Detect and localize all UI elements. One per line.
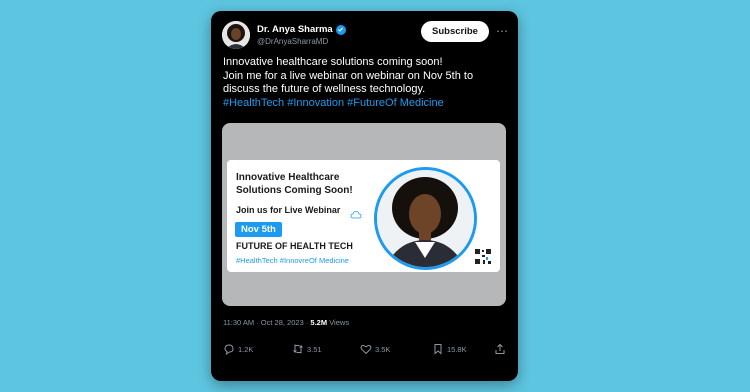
author-name[interactable]: Dr. Anya Sharma [257, 24, 346, 35]
tweet-timestamp[interactable]: 11:30 AM · Oct 28, 2023 · [223, 318, 310, 327]
bookmark-button[interactable]: 15.8K [432, 343, 467, 355]
views-count: 5.2M [310, 318, 328, 327]
share-icon [495, 343, 505, 354]
tweet-text-line-1: Innovative healthcare solutions coming s… [223, 56, 443, 68]
verified-badge-icon [335, 24, 346, 35]
repost-count: 3.51 [307, 344, 322, 354]
views-label: Views [327, 318, 350, 327]
qr-code-icon [474, 246, 492, 266]
tweet-text: Innovative healthcare solutions coming s… [223, 56, 513, 110]
like-button[interactable]: 3.5K [360, 343, 390, 355]
bookmark-icon [434, 344, 442, 355]
bookmark-count: 15.8K [447, 344, 467, 354]
author-name-text[interactable]: Dr. Anya Sharma [257, 24, 333, 35]
banner-subtitle: FUTURE OF HEALTH TECH [236, 241, 353, 251]
reply-button[interactable]: 1.2K [223, 343, 253, 355]
banner-hashtags: #HealthTech #InnovreOf Medicine [236, 256, 349, 265]
speaker-portrait [374, 167, 477, 270]
more-options-icon[interactable]: ⋯ [495, 24, 509, 38]
like-icon [360, 344, 372, 355]
banner-title: Innovative Healthcare Solutions Coming S… [236, 172, 353, 196]
cloud-icon [350, 211, 362, 219]
repost-button[interactable]: 3.51 [292, 343, 322, 355]
share-button[interactable] [494, 343, 506, 355]
repost-icon [293, 344, 303, 354]
tweet-hashtags[interactable]: #HealthTech #Innovation #FutureOf Medici… [223, 97, 513, 111]
banner-date-badge: Nov 5th [235, 222, 282, 237]
webinar-banner: Innovative Healthcare Solutions Coming S… [227, 160, 500, 272]
tweet-media-image[interactable]: Innovative Healthcare Solutions Coming S… [222, 123, 506, 306]
reply-icon [224, 344, 234, 355]
tweet-text-line-2: Join me for a live webinar on webinar on… [223, 69, 474, 82]
subscribe-button[interactable]: Subscribe [421, 21, 489, 42]
tweet-text-line-3: discuss the future of wellness technolog… [223, 83, 426, 96]
author-handle[interactable]: @DrAnyaSharraMD [257, 37, 328, 46]
reply-count: 1.2K [238, 344, 254, 354]
tweet-meta: 11:30 AM · Oct 28, 2023 · 5.2M Views [223, 318, 349, 327]
banner-join-text: Join us for Live Webinar [236, 205, 341, 215]
action-bar: 1.2K 3.51 3.5K 15.8K [211, 343, 518, 361]
avatar[interactable] [222, 21, 250, 49]
like-count: 3.5K [375, 344, 391, 354]
tweet-card: Dr. Anya Sharma @DrAnyaSharraMD Subscrib… [211, 11, 518, 381]
